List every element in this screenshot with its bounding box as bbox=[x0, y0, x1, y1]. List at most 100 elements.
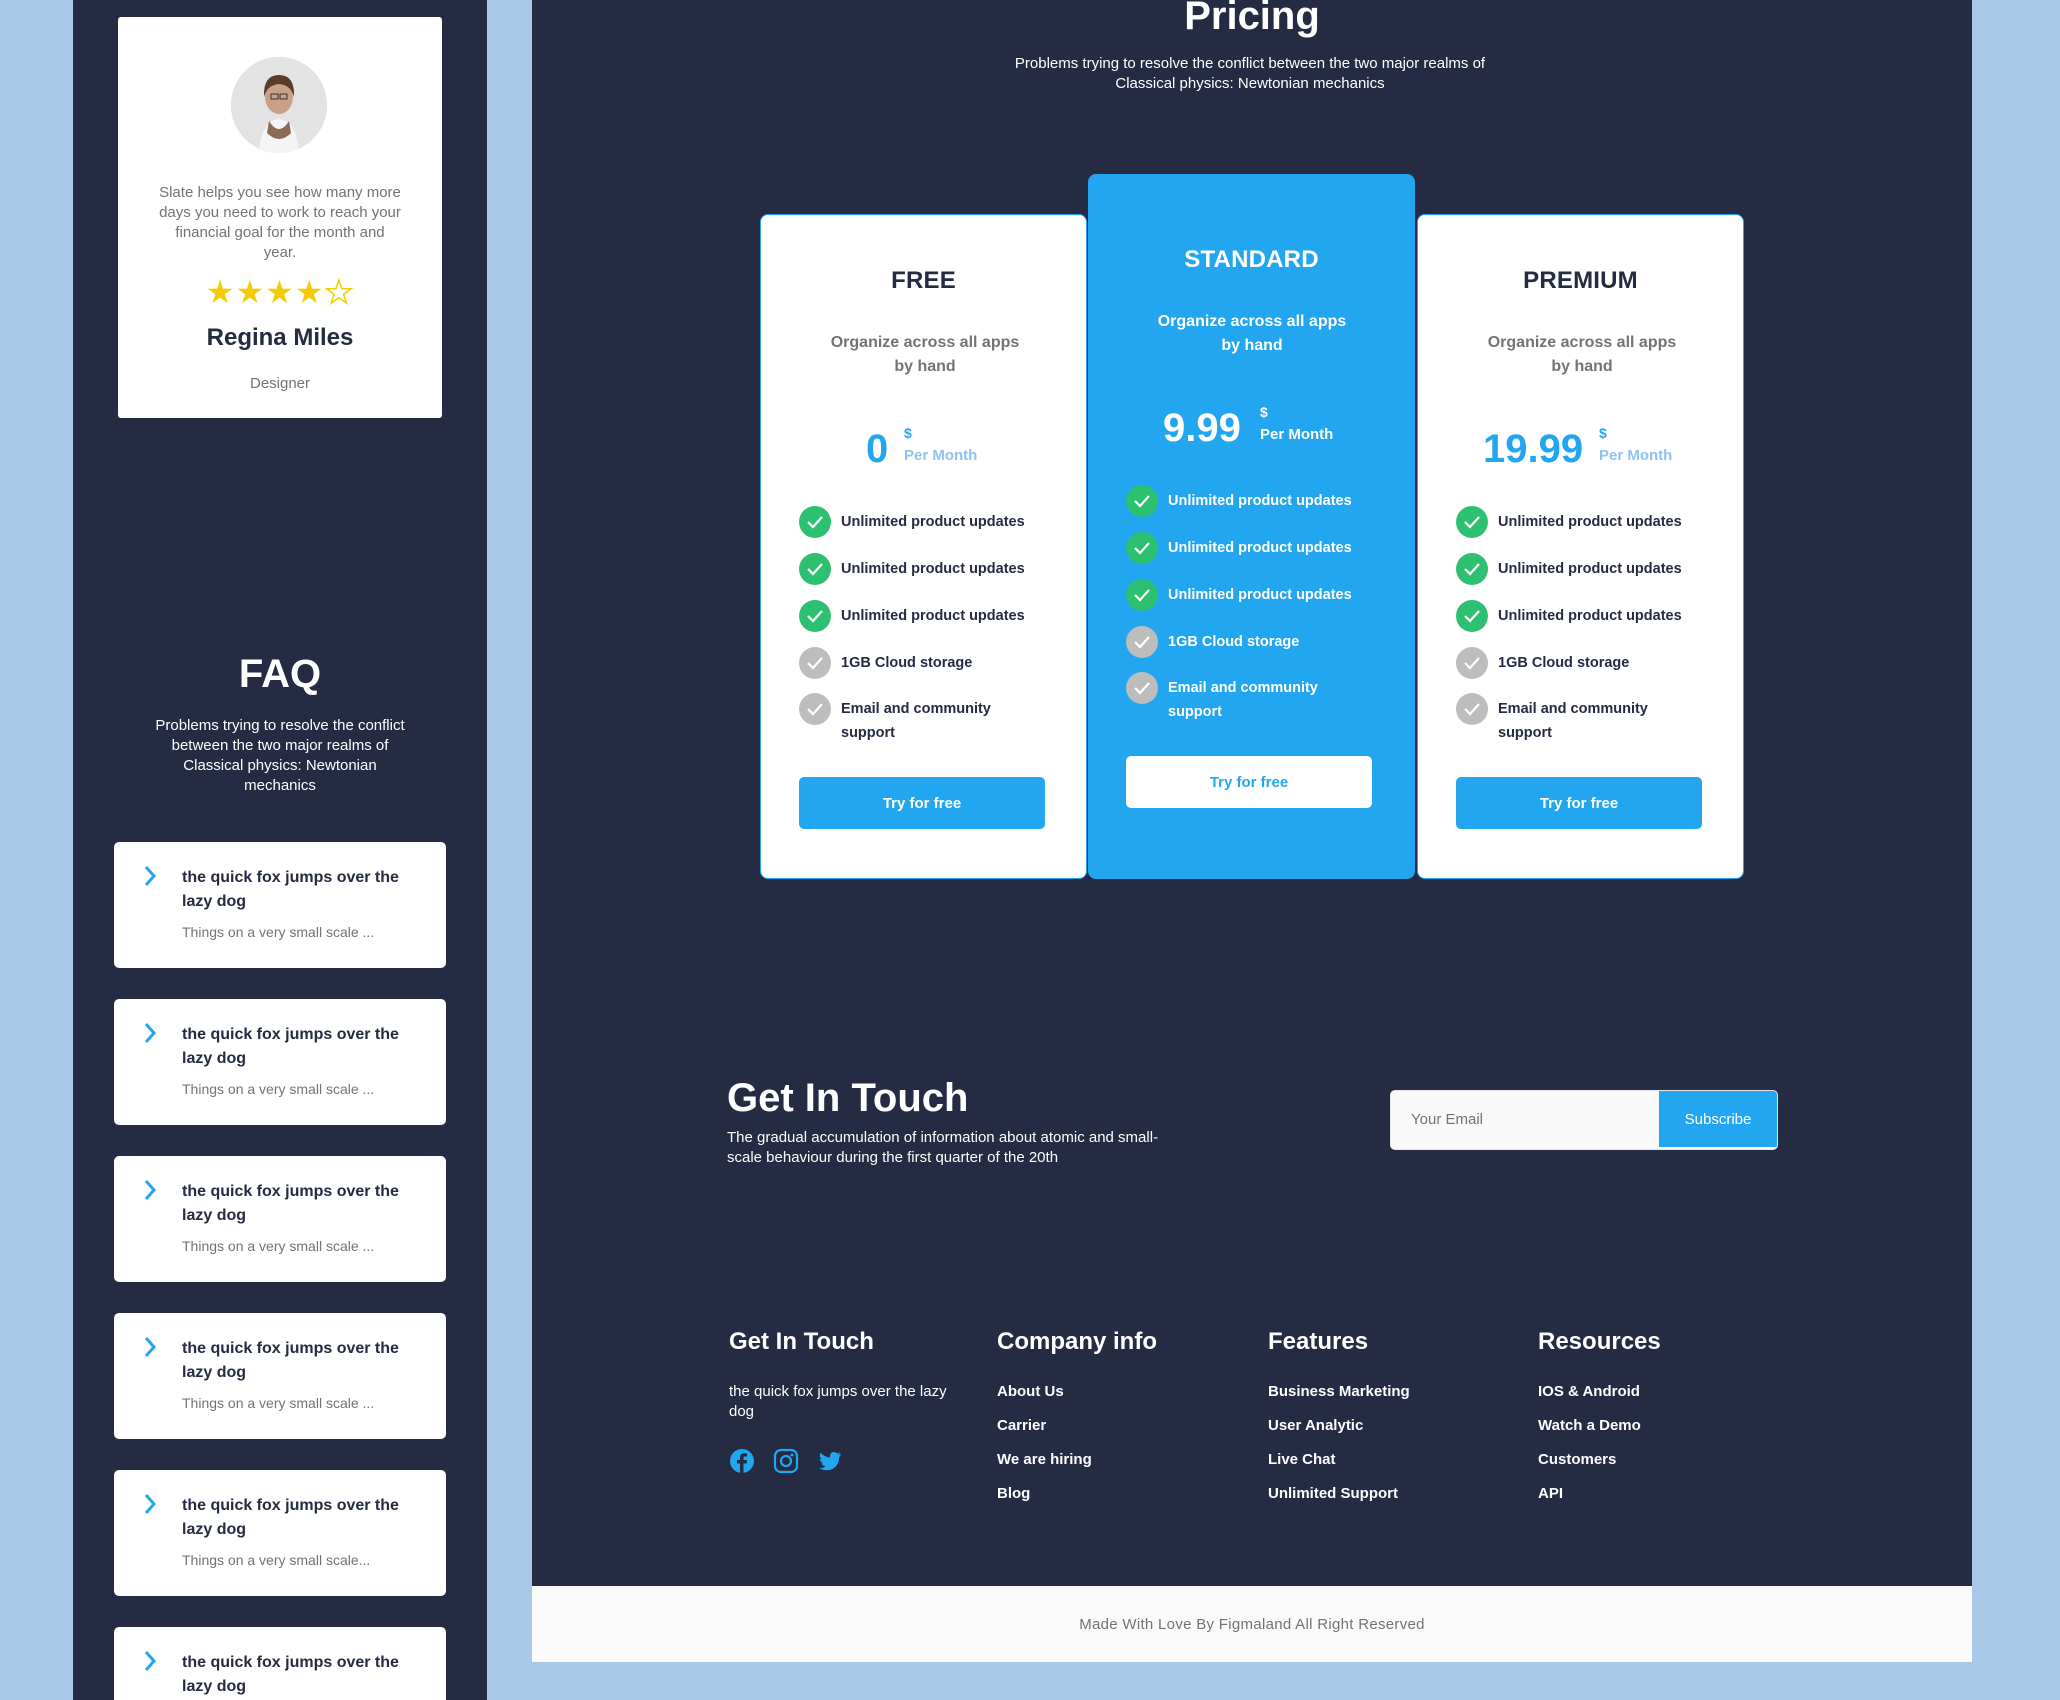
footer-link-watch-demo[interactable]: Watch a Demo bbox=[1538, 1416, 1661, 1450]
faq-question: the quick fox jumps over the lazy dog bbox=[182, 869, 399, 910]
feature-text: Unlimited product updates bbox=[1498, 608, 1682, 624]
faq-item[interactable]: the quick fox jumps over the lazy dog Th… bbox=[114, 1313, 446, 1439]
try-free-button[interactable]: Try for free bbox=[799, 777, 1045, 829]
faq-answer: Things on a very small scale ... bbox=[182, 924, 375, 940]
faq-title: FAQ bbox=[238, 652, 322, 696]
feature-text: Email and community support bbox=[1498, 701, 1648, 741]
price-period: Per Month bbox=[1260, 426, 1334, 443]
faq-question: the quick fox jumps over the lazy dog bbox=[182, 1497, 399, 1538]
faq-question: the quick fox jumps over the lazy dog bbox=[182, 1340, 399, 1381]
price-amount: 0 bbox=[866, 427, 889, 471]
plan-card-free: FREE Organize across all apps by hand 0 … bbox=[760, 214, 1087, 879]
check-icon bbox=[799, 600, 831, 632]
feature-text: Email and community support bbox=[1168, 680, 1318, 720]
check-disabled-icon bbox=[1456, 647, 1488, 679]
faq-answer: Things on a very small scale ... bbox=[182, 1395, 375, 1411]
footer-link-customers[interactable]: Customers bbox=[1538, 1450, 1661, 1484]
check-icon bbox=[799, 553, 831, 585]
twitter-icon[interactable] bbox=[817, 1448, 843, 1474]
faq-item[interactable]: the quick fox jumps over the lazy dog Th… bbox=[114, 1156, 446, 1282]
plan-name: PREMIUM bbox=[1523, 267, 1638, 294]
feature-text: Unlimited product updates bbox=[1498, 561, 1682, 577]
email-input[interactable] bbox=[1391, 1091, 1659, 1147]
price-period: Per Month bbox=[1599, 447, 1673, 464]
faq-item[interactable]: the quick fox jumps over the lazy dog Th… bbox=[114, 1470, 446, 1596]
instagram-icon[interactable] bbox=[773, 1448, 799, 1474]
newsletter-form: Subscribe bbox=[1390, 1090, 1778, 1150]
plan-price: 0 $ Per Month bbox=[761, 419, 1086, 479]
chevron-right-icon bbox=[144, 1180, 157, 1200]
star-icon: ★ bbox=[265, 274, 295, 310]
faq-item[interactable]: the quick fox jumps over the lazy dog Th… bbox=[114, 842, 446, 968]
feature-text: Unlimited product updates bbox=[1168, 493, 1352, 509]
plan-name: FREE bbox=[891, 267, 956, 294]
check-disabled-icon bbox=[1126, 626, 1158, 658]
footer-company-column: Company info About Us Carrier We are hir… bbox=[997, 1328, 1157, 1518]
price-period: Per Month bbox=[904, 447, 978, 464]
faq-item[interactable]: the quick fox jumps over the lazy dog Th… bbox=[114, 999, 446, 1125]
testimonial-quote: Slate helps you see how many more days y… bbox=[159, 184, 401, 261]
footer-link-carrier[interactable]: Carrier bbox=[997, 1416, 1157, 1450]
footer-link-hiring[interactable]: We are hiring bbox=[997, 1450, 1157, 1484]
footer-contact-text: the quick fox jumps over the lazy dog bbox=[729, 1383, 947, 1420]
footer-link-api[interactable]: API bbox=[1538, 1484, 1661, 1518]
feature-text: 1GB Cloud storage bbox=[1168, 634, 1300, 650]
rating-stars: ★★★★★ bbox=[118, 274, 442, 310]
feature-text: Email and community support bbox=[841, 701, 991, 741]
try-free-button[interactable]: Try for free bbox=[1126, 756, 1372, 808]
subscribe-button[interactable]: Subscribe bbox=[1659, 1091, 1777, 1147]
pricing-description: Problems trying to resolve the conflict … bbox=[1014, 55, 1486, 92]
faq-answer: Things on a very small scale... bbox=[182, 1552, 371, 1568]
check-icon bbox=[1126, 485, 1158, 517]
chevron-right-icon bbox=[144, 866, 157, 886]
price-currency: $ bbox=[1260, 404, 1268, 420]
footer-link-blog[interactable]: Blog bbox=[997, 1484, 1157, 1518]
check-disabled-icon bbox=[799, 693, 831, 725]
chevron-right-icon bbox=[144, 1494, 157, 1514]
try-free-button[interactable]: Try for free bbox=[1456, 777, 1702, 829]
footer-link-live-chat[interactable]: Live Chat bbox=[1268, 1450, 1410, 1484]
plan-subtitle: Organize across all apps by hand bbox=[1487, 334, 1677, 375]
footer-link-business-marketing[interactable]: Business Marketing bbox=[1268, 1382, 1410, 1416]
feature-text: Unlimited product updates bbox=[1498, 514, 1682, 530]
feature-text: Unlimited product updates bbox=[841, 514, 1025, 530]
testimonial-name: Regina Miles bbox=[206, 324, 354, 351]
feature-text: Unlimited product updates bbox=[841, 561, 1025, 577]
plan-price: 19.99 $ Per Month bbox=[1418, 419, 1743, 479]
plan-subtitle: Organize across all apps by hand bbox=[1157, 313, 1347, 354]
price-currency: $ bbox=[904, 425, 912, 441]
chevron-right-icon bbox=[144, 1337, 157, 1357]
copyright-bar: Made With Love By Figmaland All Right Re… bbox=[532, 1586, 1972, 1662]
footer-heading: Company info bbox=[997, 1328, 1157, 1355]
facebook-icon[interactable] bbox=[729, 1448, 755, 1474]
feature-text: 1GB Cloud storage bbox=[1498, 655, 1630, 671]
check-disabled-icon bbox=[1456, 693, 1488, 725]
faq-item[interactable]: the quick fox jumps over the lazy dog bbox=[114, 1627, 446, 1700]
chevron-right-icon bbox=[144, 1651, 157, 1671]
faq-answer: Things on a very small scale ... bbox=[182, 1081, 375, 1097]
footer-link-user-analytic[interactable]: User Analytic bbox=[1268, 1416, 1410, 1450]
check-disabled-icon bbox=[799, 647, 831, 679]
testimonial-role: Designer bbox=[249, 375, 311, 392]
star-icon: ★ bbox=[205, 274, 236, 310]
plan-card-standard: STANDARD Organize across all apps by han… bbox=[1088, 174, 1415, 879]
footer-link-about-us[interactable]: About Us bbox=[997, 1382, 1157, 1416]
faq-answer: Things on a very small scale ... bbox=[182, 1238, 375, 1254]
plan-name: STANDARD bbox=[1184, 246, 1319, 273]
footer-heading: Get In Touch bbox=[729, 1328, 874, 1355]
chevron-right-icon bbox=[144, 1023, 157, 1043]
price-currency: $ bbox=[1599, 425, 1607, 441]
star-outline-icon: ★ bbox=[324, 274, 355, 310]
price-amount: 9.99 bbox=[1163, 406, 1241, 450]
footer-heading: Features bbox=[1268, 1328, 1369, 1355]
footer-heading: Resources bbox=[1538, 1328, 1661, 1355]
testimonial-card: Slate helps you see how many more days y… bbox=[118, 17, 442, 418]
footer-contact-column: Get In Touch the quick fox jumps over th… bbox=[729, 1328, 949, 1422]
plan-subtitle: Organize across all apps by hand bbox=[830, 334, 1020, 375]
star-icon: ★ bbox=[294, 274, 325, 310]
footer-link-ios-android[interactable]: IOS & Android bbox=[1538, 1382, 1661, 1416]
footer-link-unlimited-support[interactable]: Unlimited Support bbox=[1268, 1484, 1410, 1518]
faq-question: the quick fox jumps over the lazy dog bbox=[182, 1183, 399, 1224]
faq-question: the quick fox jumps over the lazy dog bbox=[182, 1654, 399, 1695]
pricing-title: Pricing bbox=[1184, 0, 1320, 38]
